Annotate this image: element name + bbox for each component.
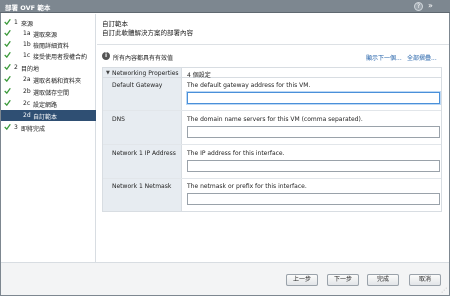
group-name: Networking Properties [112,70,179,77]
step-label: 來源 [21,21,34,28]
step-label: 即將完成 [21,126,46,133]
step-label: 目的地 [21,66,40,73]
check-icon [4,51,11,59]
dialog-title: 部署 OVF 範本 [5,4,51,12]
properties-table: ▼ Networking Properties 4 個設定 Default Ga… [102,67,442,212]
property-name: Network 1 IP Address [112,150,176,157]
finish-button[interactable]: 完成 [367,274,399,286]
expand-icon[interactable]: » [428,1,433,11]
step-number: 1c [23,52,31,59]
step-1-source[interactable]: 1 來源 [1,17,96,28]
check-icon [4,40,11,48]
main-content: 自訂範本 自訂此軟體解決方案的部署內容 i 所有內容都具有有效值 顯示下一個..… [97,14,449,262]
step-number: 2b [23,88,31,95]
step-number: 1a [23,30,31,37]
resize-grip-icon[interactable]: ⋰ [441,287,447,294]
step-number: 2d [23,112,31,119]
property-row-default-gateway: Default Gateway The default gateway addr… [103,78,441,111]
title-bar: 部署 OVF 範本 ? » [0,0,450,13]
property-name: Network 1 Netmask [112,183,172,190]
step-2a-name-folder[interactable]: 2a 選取名稱和資料夾 [1,74,96,85]
collapse-triangle-icon[interactable]: ▼ [106,70,110,76]
check-icon [4,87,11,95]
step-1b-review-details[interactable]: 1b 檢閱詳細資料 [1,39,96,50]
validation-row: i 所有內容都具有有效值 顯示下一個... 全部摺疊... [102,51,442,62]
step-label: 檢閱詳細資料 [33,43,70,50]
network1-netmask-input[interactable] [187,193,440,205]
step-label: 設定網路 [33,102,58,109]
page-subtitle: 自訂此軟體解決方案的部署內容 [102,29,193,37]
cancel-button[interactable]: 取消 [409,274,441,286]
check-icon [4,123,11,131]
step-number: 2a [23,76,31,83]
dns-input[interactable] [187,126,440,138]
step-2b-select-storage[interactable]: 2b 選取儲存空間 [1,86,96,97]
property-description: The domain name servers for this VM (com… [187,116,363,123]
wizard-footer: 上一步 下一步 完成 取消 [1,262,449,295]
wizard-steps: 1 來源 1a 選取來源 1b 檢閱詳細資料 1c 接受使用者授權合約 2 目的… [1,14,96,262]
step-3-ready-to-complete[interactable]: 3 即將完成 [1,122,96,133]
property-row-network1-ip: Network 1 IP Address The IP address for … [103,146,441,179]
step-label: 選取名稱和資料夾 [33,78,82,85]
collapse-all-link[interactable]: 全部摺疊... [407,53,437,62]
step-1a-select-source[interactable]: 1a 選取來源 [1,28,96,39]
validation-status: 所有內容都具有有效值 [113,55,174,62]
step-number: 1b [23,41,31,48]
step-number: 2 [14,64,18,71]
property-name: DNS [112,116,125,123]
step-label: 接受使用者授權合約 [33,54,88,61]
back-button[interactable]: 上一步 [286,274,318,286]
property-row-dns: DNS The domain name servers for this VM … [103,112,441,145]
step-number: 3 [14,124,18,131]
property-description: The IP address for this interface. [187,150,285,157]
network1-ip-input[interactable] [187,160,440,172]
check-icon [4,75,11,83]
next-button[interactable]: 下一步 [327,274,359,286]
help-icon[interactable]: ? [414,2,423,11]
check-icon [4,18,11,26]
property-name: Default Gateway [112,82,163,89]
check-icon [4,99,11,107]
step-2c-setup-networks[interactable]: 2c 設定網路 [1,98,96,109]
check-icon [4,29,11,37]
property-description: The default gateway address for this VM. [187,82,311,89]
step-label: 選取儲存空間 [33,90,70,97]
page-header: 自訂範本 自訂此軟體解決方案的部署內容 [97,14,449,45]
step-number: 2c [23,100,31,107]
step-2d-customize-template[interactable]: 2d 自訂範本 [1,110,96,121]
check-icon [4,63,11,71]
step-label: 選取來源 [33,32,58,39]
step-number: 1 [14,19,18,26]
default-gateway-input[interactable] [187,92,440,104]
property-row-network1-netmask: Network 1 Netmask The netmask or prefix … [103,179,441,212]
group-header-networking[interactable]: ▼ Networking Properties 4 個設定 [103,68,441,79]
step-label: 自訂範本 [33,114,58,121]
step-2-destination[interactable]: 2 目的地 [1,62,96,73]
property-description: The netmask or prefix for this interface… [187,183,307,190]
step-1c-accept-eula[interactable]: 1c 接受使用者授權合約 [1,50,96,61]
show-next-link[interactable]: 顯示下一個... [366,53,402,62]
info-icon: i [102,52,110,60]
